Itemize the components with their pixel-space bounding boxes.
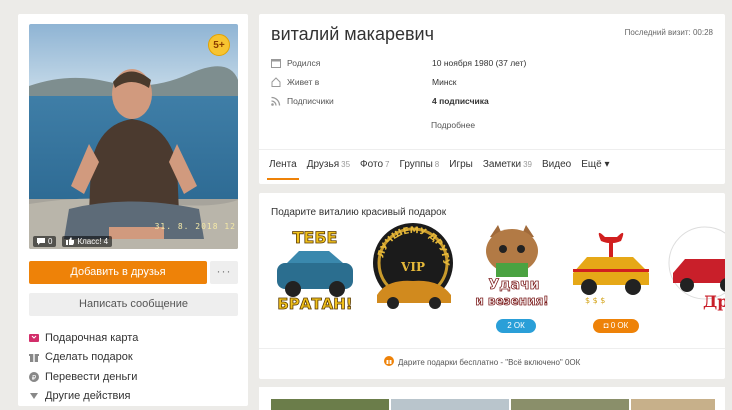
gift-text: VIP <box>400 260 425 274</box>
tab-feed[interactable]: Лента <box>267 159 299 180</box>
rss-icon <box>271 96 281 106</box>
action-label: Перевести деньги <box>45 370 138 383</box>
photo-likes[interactable]: Класс! 4 <box>62 235 113 247</box>
tab-photos[interactable]: Фото 7 <box>360 159 389 170</box>
info-label: Живет в <box>287 77 320 87</box>
write-message-button[interactable]: Написать сообщение <box>29 293 238 316</box>
house-icon <box>271 77 281 87</box>
more-info-link[interactable]: Подробнее <box>431 120 475 130</box>
gift-text: Удачи <box>489 277 540 293</box>
photo-likes-label: Класс! 4 <box>77 236 109 246</box>
add-friend-button[interactable]: Добавить в друзья <box>29 261 207 284</box>
photo-date-stamp: 31. 8. 2018 12 <box>154 222 236 231</box>
gift-tebe-bratan[interactable]: ТЕБЕ БРАТАН! <box>269 223 361 313</box>
profile-sidebar: 5+ 31. 8. 2018 12 0 Класс! 4 Добавить в … <box>18 14 248 406</box>
gift-luchshemu-drugu[interactable]: ЛУЧШЕМУ ДРУГУ VIP <box>367 223 459 313</box>
info-birth: Родился 10 ноября 1980 (37 лет) <box>271 58 526 68</box>
tab-label: Друзья <box>306 159 340 170</box>
gift-dru[interactable]: Дру <box>663 223 725 313</box>
free-gifts-text: Дарите подарки бесплатно - "Всё включено… <box>398 357 581 367</box>
tab-label: Видео <box>542 159 572 170</box>
tab-label: Игры <box>449 159 473 170</box>
gift-text: ТЕБЕ <box>293 228 338 247</box>
action-gift-card[interactable]: Подарочная карта <box>29 328 138 348</box>
gift-price-orange-label: 0 ОК <box>610 321 629 330</box>
tab-more[interactable]: Ещё ▾ <box>581 159 609 170</box>
more-options-button[interactable]: ··· <box>210 261 238 284</box>
tab-video[interactable]: Видео <box>542 159 571 170</box>
gift-text: БРАТАН! <box>277 295 352 313</box>
triangle-down-icon <box>29 391 39 401</box>
tab-notes[interactable]: Заметки 39 <box>483 159 532 170</box>
tab-label: Фото <box>360 159 384 170</box>
tab-groups[interactable]: Группы 8 <box>399 159 439 170</box>
tab-count: 39 <box>523 160 532 169</box>
info-label: Подписчики <box>287 96 334 106</box>
photo-thumb[interactable] <box>271 399 389 410</box>
info-city: Живет в Минск <box>271 77 457 87</box>
gift-car-bow[interactable]: $ $ $ <box>565 223 657 313</box>
tab-label: Лента <box>269 159 297 170</box>
action-make-gift[interactable]: Сделать подарок <box>29 348 138 368</box>
photo-thumb[interactable] <box>511 399 629 410</box>
gift-icon <box>29 352 39 363</box>
svg-text:$ $ $: $ $ $ <box>585 296 605 305</box>
action-other[interactable]: Другие действия <box>29 387 138 407</box>
action-label: Подарочная карта <box>45 331 139 344</box>
photo-thumb[interactable] <box>631 399 715 410</box>
tab-label: Группы <box>399 159 433 170</box>
divider <box>259 348 725 349</box>
level-badge[interactable]: 5+ <box>208 34 230 56</box>
gift-promo-icon <box>384 356 394 368</box>
profile-tabs: Лента Друзья 35 Фото 7 Группы 8 Игры Заметк… <box>267 159 609 180</box>
gift-price-blue: 2 ОК <box>496 319 536 333</box>
like-icon <box>66 237 75 245</box>
ok-coin-icon: ◘ <box>603 321 611 330</box>
profile-header: виталий макаревич Последний визит: 00:28… <box>259 14 725 184</box>
comment-icon <box>37 237 45 245</box>
profile-actions: Подарочная карта Сделать подарок ₽ Перев… <box>29 328 138 406</box>
info-value[interactable]: 4 подписчика <box>432 96 489 106</box>
info-value: 10 ноября 1980 (37 лет) <box>432 58 527 68</box>
action-label: Сделать подарок <box>45 351 133 364</box>
gifts-title: Подарите виталию красивый подарок <box>271 207 447 218</box>
photos-strip <box>259 387 725 410</box>
photo-thumb[interactable] <box>391 399 509 410</box>
last-visit: Последний визит: 00:28 <box>624 28 713 37</box>
gift-price-orange: ◘ 0 ОК <box>593 319 639 333</box>
money-icon: ₽ <box>29 371 39 382</box>
free-gifts-promo[interactable]: Дарите подарки бесплатно - "Всё включено… <box>384 356 580 368</box>
profile-name: виталий макаревич <box>271 24 434 44</box>
tab-label: Ещё ▾ <box>581 159 610 170</box>
gift-card-icon <box>29 333 39 343</box>
gift-text: Дру <box>703 292 725 311</box>
tab-count: 8 <box>434 160 440 169</box>
tab-count: 35 <box>341 160 351 169</box>
info-label: Родился <box>287 58 321 68</box>
photo-comments-count: 0 <box>48 236 53 246</box>
tab-label: Заметки <box>482 159 522 170</box>
action-send-money[interactable]: ₽ Перевести деньги <box>29 367 138 387</box>
gift-text: и везения! <box>475 294 548 308</box>
photo-comments[interactable]: 0 <box>33 235 57 247</box>
divider <box>259 149 725 150</box>
calendar-icon <box>271 58 281 68</box>
action-label: Другие действия <box>45 390 131 403</box>
info-value[interactable]: Минск <box>432 77 457 87</box>
svg-text:₽: ₽ <box>32 374 37 382</box>
gift-udachi[interactable]: Удачи и везения! <box>466 223 558 313</box>
gifts-panel: Подарите виталию красивый подарок ТЕБЕ Б… <box>259 193 725 379</box>
photo-stats: 0 Класс! 4 <box>29 233 116 249</box>
avatar[interactable]: 5+ 31. 8. 2018 12 0 Класс! 4 <box>29 24 238 249</box>
tab-count: 7 <box>385 160 390 169</box>
tab-games[interactable]: Игры <box>449 159 473 170</box>
tab-friends[interactable]: Друзья 35 <box>307 159 350 170</box>
info-subscribers: Подписчики 4 подписчика <box>271 96 489 106</box>
